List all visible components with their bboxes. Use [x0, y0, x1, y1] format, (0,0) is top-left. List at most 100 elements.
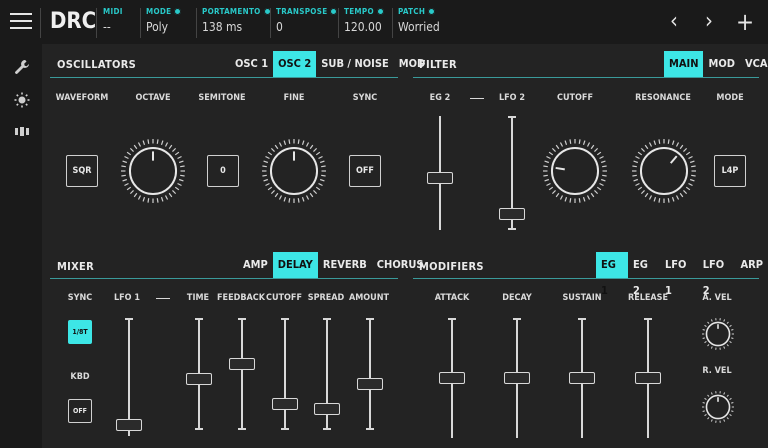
slider-thumb[interactable]: [499, 207, 525, 220]
gear-icon[interactable]: [174, 8, 182, 15]
kbd-button[interactable]: OFF: [68, 399, 92, 423]
knob-tick: [548, 186, 554, 191]
knob-tick: [723, 346, 726, 349]
sustain-slider[interactable]: [567, 318, 597, 438]
knob-tick: [319, 178, 325, 182]
eg2-slider[interactable]: [425, 116, 455, 230]
tab-osc-2[interactable]: OSC 2: [273, 51, 317, 77]
slider-thumb[interactable]: [116, 418, 142, 431]
attack-slider[interactable]: [437, 318, 467, 438]
slider-thumb[interactable]: [186, 373, 212, 385]
modifiers-tabs: EG 1 EG 2 LFO 1 LFO 2 ARP: [596, 252, 768, 297]
slider-thumb[interactable]: [504, 372, 530, 384]
r-vel-knob[interactable]: [701, 390, 735, 424]
attack-label: ATTACK: [434, 293, 470, 303]
knob-body[interactable]: [639, 146, 689, 196]
cutoff-knob[interactable]: [542, 138, 608, 204]
knob-tick: [263, 160, 269, 164]
slider-thumb[interactable]: [272, 398, 298, 410]
spread-slider[interactable]: [312, 318, 342, 430]
filter-mode-button[interactable]: L4P: [714, 155, 746, 187]
lfo2-slider[interactable]: [497, 116, 527, 230]
delay-sync-button[interactable]: 1/8T: [68, 320, 92, 344]
tab-lfo-2[interactable]: LFO 2: [698, 252, 736, 297]
knob-tick: [288, 198, 291, 203]
mode-param[interactable]: MODE Poly: [146, 7, 182, 34]
slider-end-cap: [366, 428, 374, 430]
previous-patch-button[interactable]: ‹: [670, 8, 678, 36]
hamburger-menu-icon[interactable]: [10, 12, 32, 32]
next-patch-button[interactable]: ›: [705, 8, 713, 36]
sun-icon[interactable]: [14, 92, 30, 108]
slider-thumb[interactable]: [229, 358, 255, 370]
slider-thumb[interactable]: [357, 378, 383, 390]
resonance-knob[interactable]: [631, 138, 697, 204]
knob-tick: [596, 151, 602, 156]
tab-lfo-1[interactable]: LFO 1: [660, 252, 698, 297]
semitone-button[interactable]: 0: [207, 155, 239, 187]
knob-tick: [731, 337, 734, 339]
gear-icon[interactable]: [376, 8, 384, 15]
tab-osc-1[interactable]: OSC 1: [230, 51, 273, 77]
slider-thumb[interactable]: [569, 372, 595, 384]
knob-tick: [133, 192, 138, 198]
tab-sub-noise[interactable]: SUB / NOISE: [316, 51, 393, 77]
fine-knob[interactable]: [261, 138, 327, 204]
gear-icon[interactable]: [428, 8, 436, 15]
knob-tick: [270, 190, 275, 195]
knob-tick: [262, 165, 267, 168]
slider-thumb[interactable]: [635, 372, 661, 384]
portamento-param[interactable]: PORTAMENTO 138 ms: [202, 7, 271, 34]
tab-eg-1[interactable]: EG 1: [596, 252, 628, 297]
tab-main[interactable]: MAIN: [664, 51, 704, 77]
feedback-slider[interactable]: [227, 318, 257, 430]
slider-end-cap: [508, 116, 516, 118]
amount-slider[interactable]: [355, 318, 385, 430]
divider: [270, 8, 271, 38]
fine-label: FINE: [283, 93, 305, 103]
param-value: Worried: [398, 20, 440, 34]
midi-param[interactable]: MIDI --: [103, 7, 123, 34]
release-slider[interactable]: [633, 318, 663, 438]
divider: [413, 278, 759, 279]
modules-icon[interactable]: [14, 124, 30, 140]
lfo1-slider[interactable]: [114, 318, 144, 436]
param-label: MODE: [146, 7, 172, 16]
knob-tick: [180, 165, 185, 168]
tab-reverb[interactable]: REVERB: [318, 252, 372, 278]
slider-thumb[interactable]: [314, 403, 340, 415]
knob-tick: [685, 186, 691, 191]
tab-delay[interactable]: DELAY: [272, 252, 318, 278]
tempo-param[interactable]: TEMPO 120.00: [344, 7, 384, 34]
waveform-button[interactable]: SQR: [66, 155, 98, 187]
knob-tick: [559, 195, 564, 200]
tab-mod[interactable]: MOD: [703, 51, 739, 77]
patch-param[interactable]: PATCH Worried: [398, 7, 440, 34]
wrench-icon[interactable]: [14, 59, 30, 75]
knob-body[interactable]: [550, 146, 600, 196]
knob-tick: [729, 397, 732, 400]
knob-tick: [544, 178, 550, 182]
sync-button[interactable]: OFF: [349, 155, 381, 187]
add-patch-button[interactable]: +: [736, 8, 754, 36]
knob-tick: [640, 190, 645, 195]
tab-eg-2[interactable]: EG 2: [628, 252, 660, 297]
knob-tick: [683, 190, 688, 195]
decay-slider[interactable]: [502, 318, 532, 438]
tab-amp[interactable]: AMP: [238, 252, 273, 278]
tab-vca[interactable]: VCA: [740, 51, 768, 77]
oscillators-tabs: OSC 1 OSC 2 SUB / NOISE MOD: [230, 51, 430, 77]
a-vel-knob[interactable]: [701, 317, 735, 351]
octave-knob[interactable]: [120, 138, 186, 204]
tab-arp[interactable]: ARP: [735, 252, 768, 278]
slider-thumb[interactable]: [427, 172, 453, 185]
knob-tick: [600, 178, 606, 182]
gear-icon[interactable]: [330, 8, 338, 15]
time-slider[interactable]: [184, 318, 214, 430]
delay-cutoff-slider[interactable]: [270, 318, 300, 430]
knob-tick: [586, 195, 591, 200]
slider-thumb[interactable]: [439, 372, 465, 384]
knob-tick: [602, 165, 607, 168]
transpose-param[interactable]: TRANSPOSE 0: [276, 7, 338, 34]
knob-tick: [596, 186, 602, 191]
